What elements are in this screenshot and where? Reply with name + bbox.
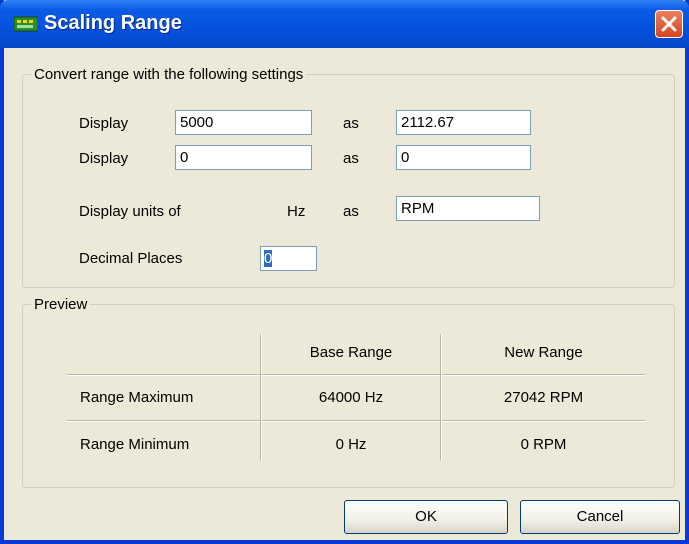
decimal-places-label: Decimal Places (79, 250, 183, 267)
preview-row-divider (67, 420, 645, 422)
ok-button[interactable]: OK (344, 500, 508, 534)
range-maximum-base: 64000 Hz (318, 389, 384, 406)
decimal-places-value: 0 (264, 250, 273, 267)
as-label-2: as (343, 150, 359, 167)
scaling-range-dialog: Scaling Range Convert range with the fol… (0, 0, 689, 544)
display-min-input[interactable]: 0 (175, 145, 312, 170)
convert-range-legend: Convert range with the following setting… (34, 66, 304, 83)
as-label-3: as (343, 203, 359, 220)
converted-max-input[interactable]: 2112.67 (396, 110, 531, 135)
dialog-title: Scaling Range (44, 12, 182, 34)
cancel-button[interactable]: Cancel (520, 500, 680, 534)
display-units-label: Display units of (79, 203, 181, 220)
display-min-label: Display (79, 150, 129, 167)
range-maximum-new: 27042 RPM (503, 389, 584, 406)
decimal-places-input[interactable]: 0 (260, 246, 317, 271)
app-icon (14, 16, 38, 32)
close-button[interactable] (655, 10, 683, 38)
range-maximum-label: Range Maximum (80, 389, 194, 406)
base-unit-label: Hz (287, 203, 306, 220)
display-max-input[interactable]: 5000 (175, 110, 312, 135)
range-minimum-base: 0 Hz (335, 436, 367, 453)
as-label-1: as (343, 115, 359, 132)
range-minimum-new: 0 RPM (520, 436, 567, 453)
new-range-header: New Range (504, 344, 583, 361)
title-bar[interactable]: Scaling Range (0, 0, 689, 48)
range-minimum-label: Range Minimum (80, 436, 190, 453)
display-units-input[interactable]: RPM (396, 196, 540, 221)
preview-legend: Preview (34, 296, 88, 313)
converted-min-input[interactable]: 0 (396, 145, 531, 170)
close-icon (661, 16, 677, 32)
base-range-header: Base Range (309, 344, 393, 361)
preview-header-divider (67, 374, 645, 376)
display-max-label: Display (79, 115, 129, 132)
